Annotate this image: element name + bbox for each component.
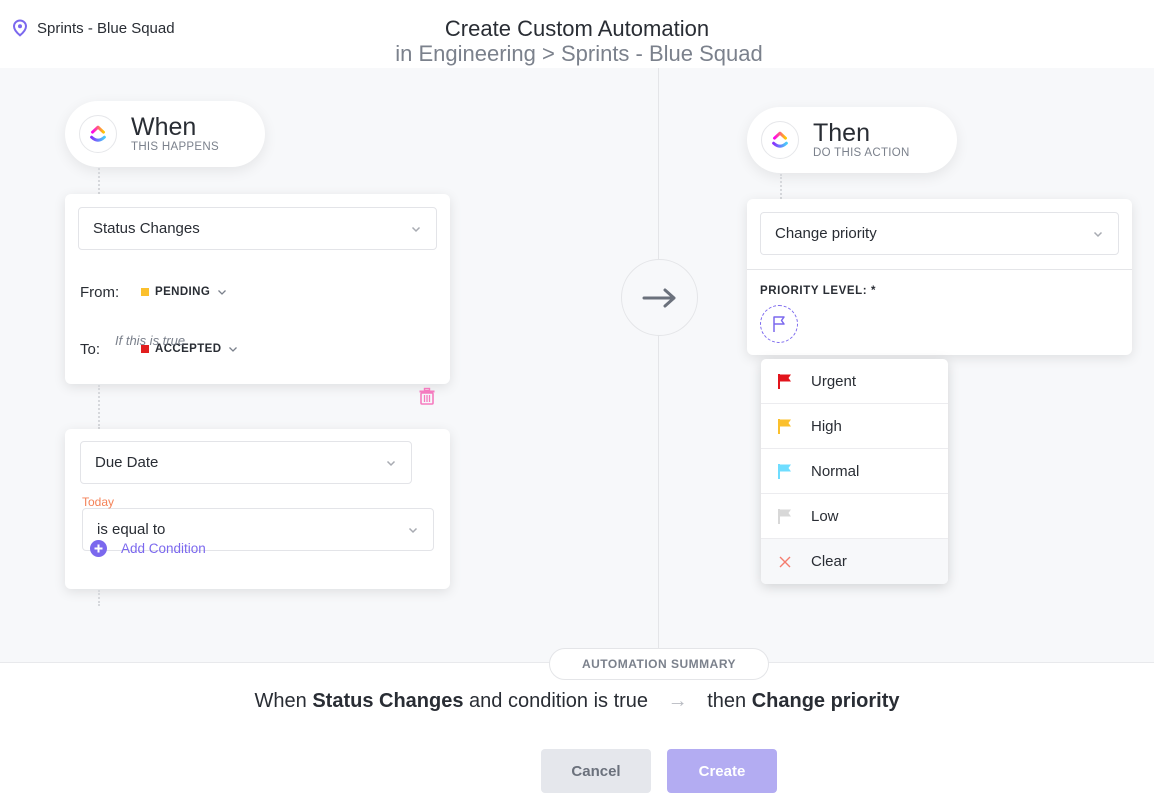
- trigger-value: Status Changes: [93, 220, 200, 237]
- from-status-dropdown[interactable]: PENDING: [141, 286, 228, 298]
- condition-field-value: Due Date: [95, 454, 159, 471]
- priority-option-label: Low: [811, 507, 839, 525]
- arrow-right-icon: [642, 288, 675, 307]
- condition-value[interactable]: Today: [82, 495, 114, 509]
- summary-then: then: [707, 690, 747, 712]
- clickup-logo-icon: [761, 121, 799, 159]
- flag-icon: [778, 374, 791, 389]
- to-label: To:: [80, 341, 101, 358]
- arrow-right-icon: →: [667, 690, 688, 712]
- chevron-down-icon: [411, 226, 421, 233]
- automation-summary-label: AUTOMATION SUMMARY: [549, 648, 769, 680]
- cancel-button[interactable]: Cancel: [541, 749, 651, 793]
- summary-middle: and condition is true: [469, 690, 649, 712]
- create-button[interactable]: Create: [667, 749, 777, 793]
- priority-option-label: Clear: [811, 553, 847, 570]
- priority-option-high[interactable]: High: [761, 404, 948, 449]
- trigger-select[interactable]: Status Changes: [78, 207, 437, 250]
- chevron-down-icon: [386, 460, 396, 467]
- chevron-down-icon: [408, 527, 418, 534]
- connector-line: [98, 168, 100, 194]
- flag-icon: [773, 316, 785, 332]
- then-header: Then DO THIS ACTION: [747, 107, 957, 173]
- priority-option-label: Normal: [811, 462, 860, 480]
- priority-level-label: PRIORITY LEVEL: *: [760, 285, 877, 297]
- condition-caption: If this is true: [115, 333, 186, 348]
- automation-summary: When Status Changes and condition is tru…: [0, 690, 1154, 713]
- chevron-down-icon: [1093, 231, 1103, 238]
- condition-operator-value: is equal to: [97, 521, 166, 538]
- when-caption: THIS HAPPENS: [131, 141, 219, 153]
- close-icon: [779, 556, 791, 567]
- connector-line: [780, 174, 782, 199]
- trash-icon[interactable]: [418, 387, 436, 405]
- status-color-swatch: [141, 288, 149, 296]
- then-caption: DO THIS ACTION: [813, 147, 910, 159]
- summary-trigger: Status Changes: [312, 690, 464, 712]
- when-title: When: [131, 113, 197, 141]
- add-condition-button[interactable]: Add Condition: [90, 540, 206, 557]
- connector-line: [98, 590, 100, 606]
- summary-action: Change priority: [751, 690, 900, 712]
- then-title: Then: [813, 119, 870, 147]
- connector-line: [98, 385, 100, 429]
- priority-dropdown-menu: Urgent High Normal Low Clear: [761, 359, 948, 584]
- when-header: When THIS HAPPENS: [65, 101, 265, 167]
- flag-icon: [778, 509, 791, 524]
- condition-field-select[interactable]: Due Date: [80, 441, 412, 484]
- column-divider: [658, 68, 659, 663]
- action-value: Change priority: [775, 225, 877, 242]
- page-header: Create Custom Automation in Engineering …: [0, 16, 1154, 66]
- summary-when: When: [254, 690, 307, 712]
- priority-option-clear[interactable]: Clear: [761, 539, 948, 584]
- chevron-down-icon: [229, 347, 238, 352]
- from-status-name: PENDING: [155, 286, 211, 298]
- from-label: From:: [80, 284, 120, 301]
- page-title: Create Custom Automation: [444, 16, 710, 41]
- action-select[interactable]: Change priority: [760, 212, 1119, 255]
- page-subtitle: in Engineering > Sprints - Blue Squad: [395, 41, 763, 66]
- priority-option-low[interactable]: Low: [761, 494, 948, 539]
- priority-option-urgent[interactable]: Urgent: [761, 359, 948, 404]
- add-condition-label: Add Condition: [121, 541, 206, 556]
- plus-icon: [90, 540, 107, 557]
- card-divider: [747, 269, 1132, 270]
- flag-icon: [778, 464, 791, 479]
- flag-icon: [778, 419, 791, 434]
- clickup-logo-icon: [79, 115, 117, 153]
- flow-arrow: [621, 259, 698, 336]
- priority-option-normal[interactable]: Normal: [761, 449, 948, 494]
- priority-picker[interactable]: [760, 305, 798, 343]
- chevron-down-icon: [218, 290, 227, 295]
- priority-option-label: High: [811, 417, 842, 435]
- priority-option-label: Urgent: [811, 372, 857, 390]
